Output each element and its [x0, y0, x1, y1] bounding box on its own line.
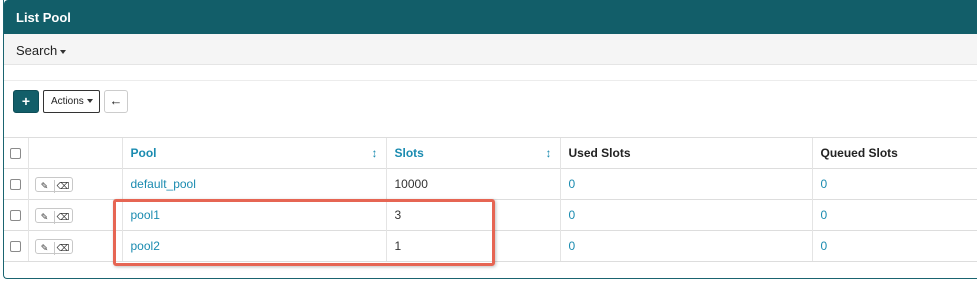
row-action-buttons: ✎ ⌫ — [34, 176, 73, 193]
table-row: ✎ ⌫ pool2 1 0 0 — [4, 230, 977, 262]
column-header-pool[interactable]: Pool ↕ — [121, 137, 386, 169]
add-pool-button[interactable]: + — [13, 90, 39, 113]
slots-value: 3 — [385, 199, 560, 231]
pool-name-link[interactable]: pool2 — [121, 230, 386, 262]
row-checkbox-cell — [4, 199, 28, 231]
search-dropdown[interactable]: Search — [16, 43, 67, 58]
eraser-icon[interactable]: ⌫ — [53, 210, 72, 224]
list-pool-panel: List Pool Search + Actions ← Pool ↕ Slots… — [3, 0, 977, 279]
back-button[interactable]: ← — [104, 90, 128, 113]
table-row: ✎ ⌫ default_pool 10000 0 0 — [4, 168, 977, 200]
actions-button[interactable]: Actions — [43, 90, 100, 113]
actions-label: Actions — [51, 96, 84, 107]
arrow-left-icon: ← — [109, 93, 123, 108]
search-bar: Search — [4, 34, 977, 65]
queued-slots-link[interactable]: 0 — [811, 230, 977, 262]
select-all-checkbox[interactable] — [10, 148, 21, 160]
row-checkbox[interactable] — [10, 210, 21, 222]
row-actions-cell: ✎ ⌫ — [27, 168, 122, 200]
column-header-slots[interactable]: Slots ↕ — [385, 137, 560, 169]
edit-icon[interactable]: ✎ — [36, 242, 54, 255]
pool-name-link[interactable]: pool1 — [121, 199, 386, 231]
sort-icon[interactable]: ↕ — [372, 146, 378, 160]
slots-value: 1 — [385, 230, 560, 262]
slots-value: 10000 — [385, 168, 560, 200]
eraser-icon[interactable]: ⌫ — [53, 241, 72, 255]
table-header-row: Pool ↕ Slots ↕ Used Slots Queued Slots — [4, 137, 977, 169]
edit-icon[interactable]: ✎ — [36, 211, 54, 224]
row-actions-cell: ✎ ⌫ — [27, 230, 122, 262]
sort-icon[interactable]: ↕ — [546, 146, 552, 160]
row-checkbox[interactable] — [10, 241, 21, 253]
eraser-icon[interactable]: ⌫ — [53, 179, 72, 193]
row-actions-cell: ✎ ⌫ — [27, 199, 122, 231]
row-checkbox-cell — [4, 168, 28, 200]
panel-title: List Pool — [16, 10, 71, 25]
row-checkbox[interactable] — [10, 179, 21, 191]
pool-table: Pool ↕ Slots ↕ Used Slots Queued Slots ✎ ⌫ … — [4, 137, 977, 262]
header-actions-cell — [27, 137, 122, 169]
search-label: Search — [16, 43, 58, 58]
row-action-buttons: ✎ ⌫ — [34, 238, 73, 255]
caret-down-icon — [60, 49, 67, 54]
queued-slots-link[interactable]: 0 — [811, 199, 977, 231]
divider — [4, 80, 977, 81]
edit-icon[interactable]: ✎ — [36, 180, 54, 193]
queued-slots-link[interactable]: 0 — [811, 168, 977, 200]
caret-down-icon — [86, 99, 93, 104]
table-row: ✎ ⌫ pool1 3 0 0 — [4, 199, 977, 231]
used-slots-link[interactable]: 0 — [559, 168, 812, 200]
header-checkbox-cell — [4, 137, 28, 169]
used-slots-link[interactable]: 0 — [559, 230, 812, 262]
pool-name-link[interactable]: default_pool — [121, 168, 386, 200]
row-checkbox-cell — [4, 230, 28, 262]
panel-header: List Pool — [4, 0, 977, 34]
row-action-buttons: ✎ ⌫ — [34, 207, 73, 224]
column-header-used-slots: Used Slots — [559, 137, 812, 169]
used-slots-link[interactable]: 0 — [559, 199, 812, 231]
column-header-queued-slots: Queued Slots — [811, 137, 977, 169]
column-header-slots-label: Slots — [394, 146, 424, 160]
column-header-pool-label: Pool — [130, 146, 157, 160]
